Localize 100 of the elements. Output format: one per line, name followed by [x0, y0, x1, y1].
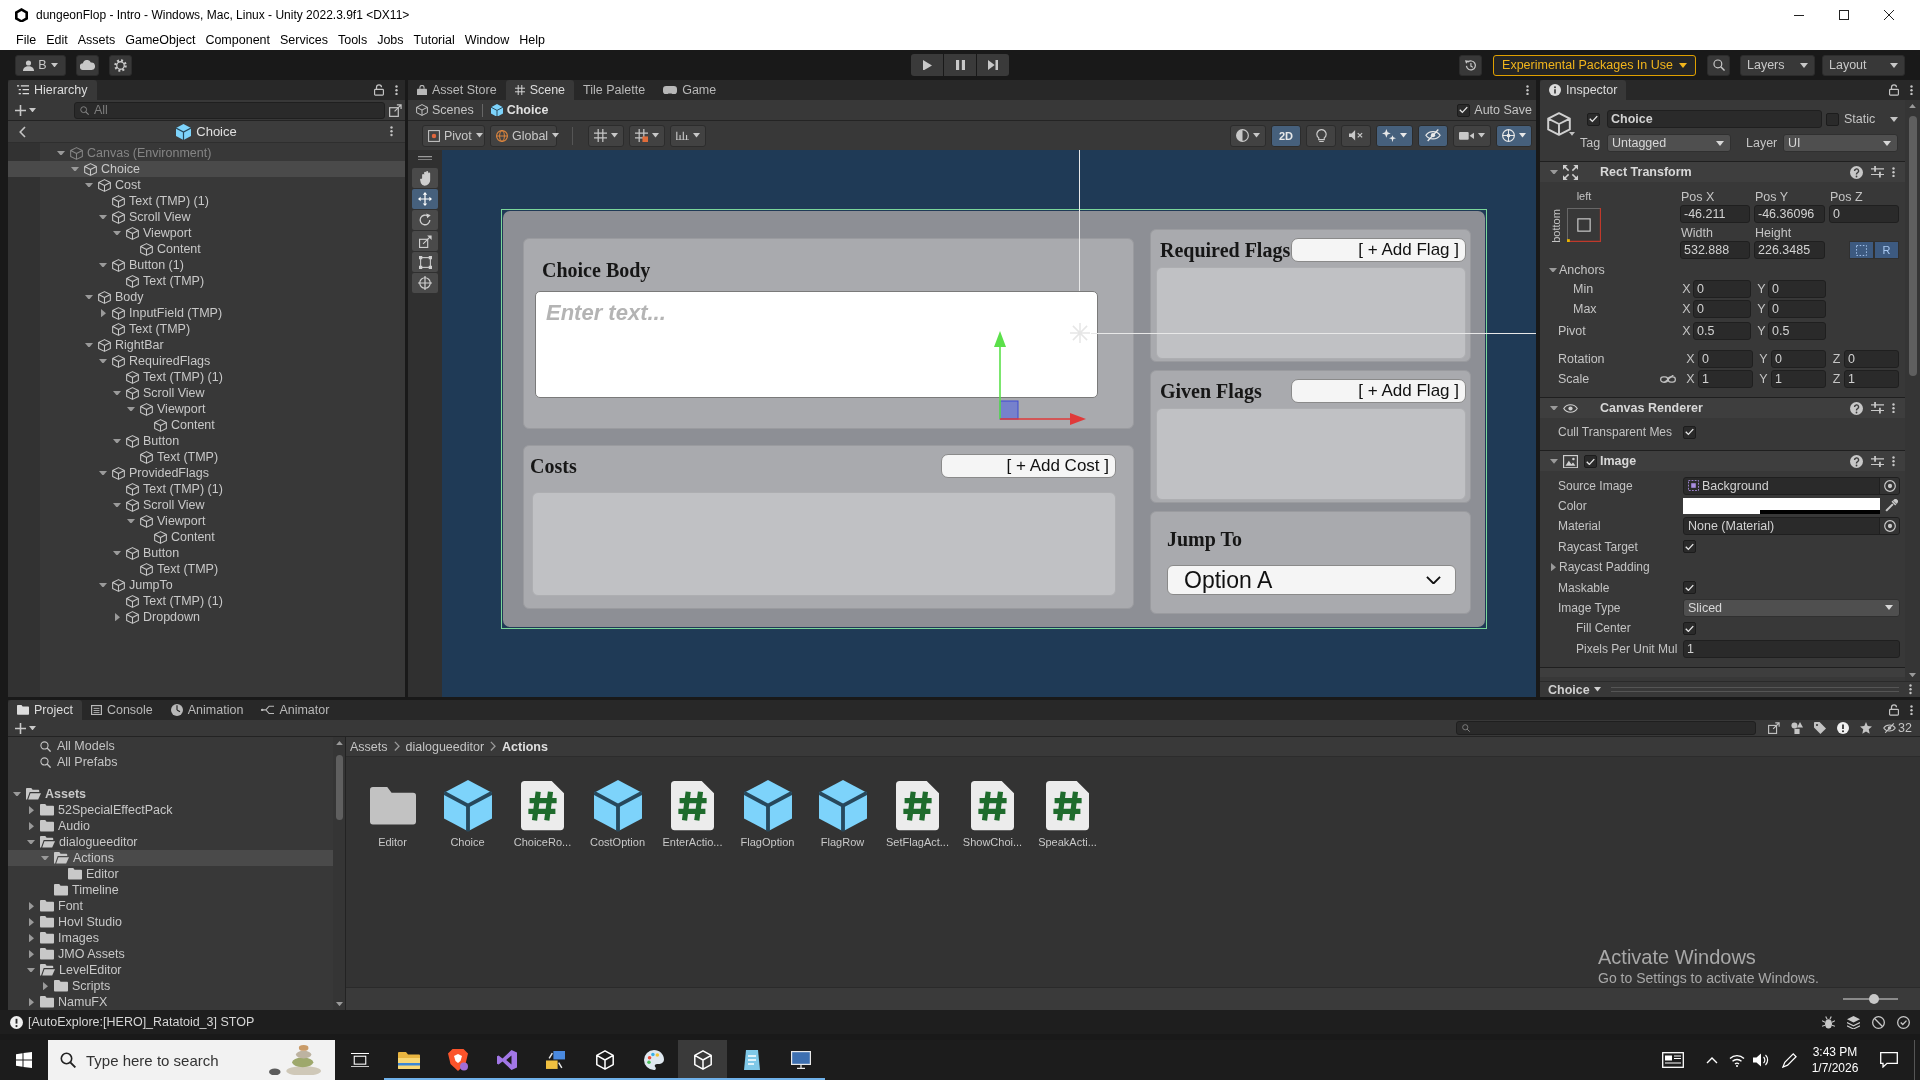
tree-item[interactable]: Assets: [8, 786, 333, 802]
object-picker-button[interactable]: [1879, 518, 1899, 535]
search-field[interactable]: All: [74, 101, 385, 119]
menu-icon[interactable]: [1892, 402, 1895, 414]
view-toggle[interactable]: [1306, 124, 1336, 147]
triangle-right-icon[interactable]: [42, 981, 48, 991]
global-dropdown[interactable]: Global: [490, 124, 557, 147]
panel-tab[interactable]: Hierarchy: [8, 80, 97, 100]
menu-item[interactable]: Services: [275, 33, 333, 47]
pause-button[interactable]: [944, 54, 976, 76]
raw-edit-toggle[interactable]: R: [1874, 241, 1899, 259]
close-icon[interactable]: [1883, 10, 1894, 20]
triangle-down-icon[interactable]: [13, 791, 21, 797]
breadcrumb-link[interactable]: Assets: [350, 739, 388, 754]
number-field[interactable]: 0.5: [1768, 322, 1826, 340]
object-picker-button[interactable]: [1879, 477, 1899, 494]
menu-item[interactable]: Tools: [332, 33, 373, 47]
asset-item[interactable]: FlagOption: [730, 780, 805, 848]
object-dropdown[interactable]: Choice: [1548, 682, 1601, 697]
view-toggle[interactable]: [1496, 124, 1532, 147]
asset-item[interactable]: Choice: [430, 780, 505, 848]
number-field[interactable]: 0: [1768, 300, 1826, 318]
help-icon[interactable]: [1850, 454, 1863, 468]
component-header[interactable]: Rect Transform: [1540, 161, 1905, 182]
step-button[interactable]: [977, 54, 1009, 76]
shading-dropdown[interactable]: [1230, 124, 1266, 147]
checkbox[interactable]: [1583, 454, 1597, 468]
view-toggle[interactable]: [1341, 124, 1371, 147]
triangle-right-icon[interactable]: [28, 901, 34, 911]
triangle-down-icon[interactable]: [1550, 459, 1558, 464]
search-input[interactable]: Type here to search: [86, 1050, 259, 1070]
caret-icon[interactable]: [1890, 116, 1898, 122]
panel-tab[interactable]: Asset Store: [408, 80, 506, 100]
triangle-right-icon[interactable]: [28, 997, 34, 1007]
asset-item[interactable]: SpeakActi...: [1030, 780, 1105, 848]
sliders-icon[interactable]: [1871, 166, 1884, 178]
sliders-icon[interactable]: [1871, 402, 1884, 414]
tree-item[interactable]: Timeline: [8, 882, 333, 898]
menu-item[interactable]: Window: [459, 33, 515, 47]
tree-item[interactable]: NamuFX: [8, 994, 333, 1010]
tree-item[interactable]: All Prefabs: [8, 754, 333, 770]
scrollbar-thumb[interactable]: [1908, 116, 1917, 377]
gear-button[interactable]: [109, 54, 132, 76]
slider-thumb[interactable]: [1868, 994, 1879, 1004]
tree-item[interactable]: Actions: [8, 850, 333, 866]
tag-dropdown[interactable]: Untagged: [1607, 134, 1731, 152]
panel-tab[interactable]: Game: [654, 80, 726, 100]
panel-tab[interactable]: Tile Palette: [574, 80, 655, 100]
foldout[interactable]: Anchors: [1540, 261, 1905, 279]
checkbox[interactable]: [1683, 581, 1696, 595]
menu-icon[interactable]: [389, 126, 393, 137]
grip-icon[interactable]: [418, 156, 432, 161]
dropdown[interactable]: Sliced: [1683, 598, 1900, 617]
blueprint-toggle[interactable]: [1849, 241, 1874, 259]
tree-item[interactable]: Images: [8, 930, 333, 946]
tool-button[interactable]: [412, 189, 438, 210]
menu-icon[interactable]: [395, 84, 398, 96]
search-button[interactable]: [1707, 54, 1730, 76]
menu-item[interactable]: Jobs: [372, 33, 409, 47]
check-circle-icon[interactable]: [1897, 1015, 1910, 1029]
stack-icon[interactable]: [1847, 1015, 1860, 1029]
cube-icon[interactable]: [1547, 112, 1571, 136]
hidden-packages-toggle[interactable]: 32: [1883, 721, 1912, 735]
star-icon[interactable]: [1860, 722, 1873, 734]
search-field[interactable]: [1456, 721, 1757, 735]
tree-item[interactable]: Editor: [8, 866, 333, 882]
search-field[interactable]: Type here to search: [48, 1040, 335, 1080]
asset-item[interactable]: FlagRow: [805, 780, 880, 848]
anchor-preset-icon[interactable]: [1567, 208, 1601, 242]
clock-time[interactable]: 3:43 PM: [1812, 1044, 1858, 1060]
help-icon[interactable]: [1850, 165, 1863, 179]
number-field[interactable]: 1: [1771, 370, 1826, 388]
menu-icon[interactable]: [1909, 684, 1912, 695]
triangle-down-icon[interactable]: [41, 855, 49, 861]
lock-icon[interactable]: [1889, 704, 1899, 716]
move-gizmo[interactable]: [994, 331, 1086, 425]
number-field[interactable]: 0: [1768, 280, 1826, 298]
tag-icon[interactable]: [1814, 722, 1827, 734]
number-field[interactable]: 0: [1698, 350, 1753, 368]
asset-item[interactable]: ShowChoi...: [955, 780, 1030, 848]
menu-icon[interactable]: [1526, 84, 1529, 96]
text-input[interactable]: Enter text...: [535, 291, 1098, 398]
triangle-right-icon[interactable]: [28, 805, 34, 815]
menu-item[interactable]: GameObject: [120, 33, 201, 47]
layers-dropdown[interactable]: Layers: [1740, 54, 1815, 76]
triangle-down-icon[interactable]: [1550, 169, 1558, 175]
panel-tab[interactable]: Animation: [161, 700, 253, 720]
name-field[interactable]: Choice: [1607, 110, 1822, 128]
bug-icon[interactable]: [1822, 1015, 1835, 1029]
asset-item[interactable]: ChoiceRo...: [505, 780, 580, 848]
tree-item[interactable]: LevelEditor: [8, 962, 333, 978]
tool-button[interactable]: [412, 210, 438, 231]
grid-button[interactable]: [629, 124, 665, 147]
checkbox[interactable]: [1826, 112, 1839, 126]
number-field[interactable]: -46.211: [1680, 205, 1750, 223]
pivot-dropdown[interactable]: Pivot: [422, 124, 485, 147]
chevron-up-icon[interactable]: [1706, 1056, 1718, 1064]
menu-item[interactable]: Edit: [41, 33, 73, 47]
help-icon[interactable]: [1850, 401, 1863, 415]
tree-item[interactable]: Hovl Studio: [8, 914, 333, 930]
